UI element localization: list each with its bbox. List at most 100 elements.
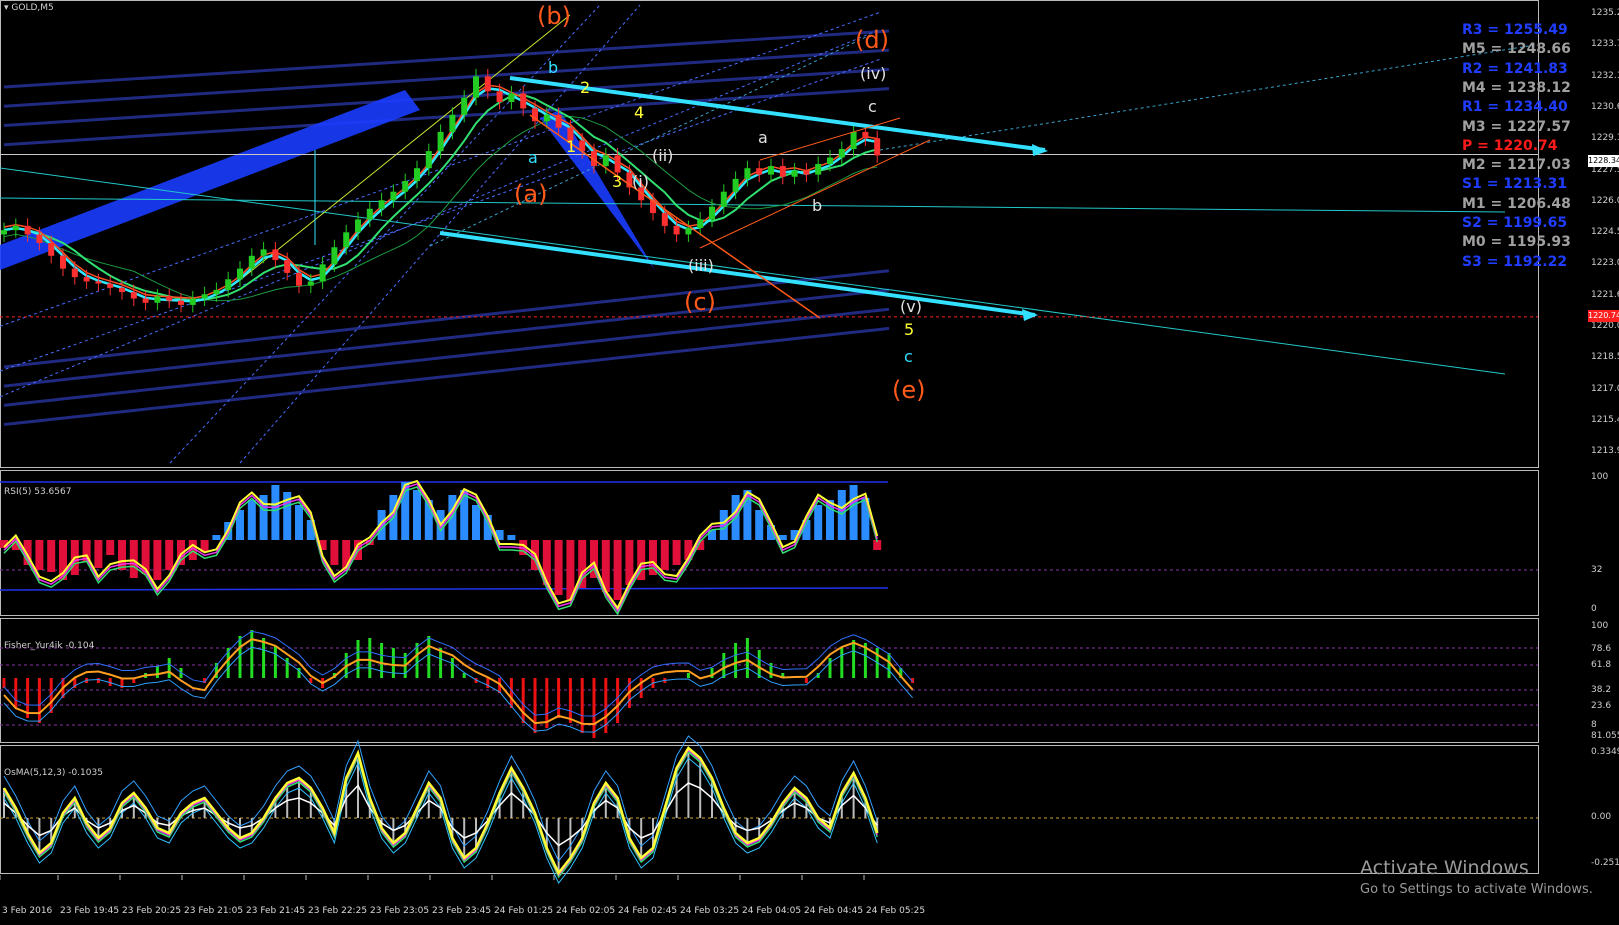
rsi-bar-down xyxy=(35,540,44,570)
candle-body xyxy=(71,268,78,278)
osma-axis-label: 0.00 xyxy=(1591,812,1612,822)
fisher-axis-label: 78.6 xyxy=(1591,644,1612,654)
wave-label: 1 xyxy=(566,137,577,156)
candle-body xyxy=(874,138,881,156)
fisher-band-line xyxy=(3,630,913,717)
fisher-bar-down xyxy=(2,678,6,688)
time-tick-label: 23 Feb 21:45 xyxy=(246,906,306,916)
lower-envelope-band xyxy=(3,307,890,407)
candle-body xyxy=(661,213,668,226)
wave-label: c xyxy=(868,97,877,116)
time-tick-label: 23 Feb 23:05 xyxy=(370,906,430,916)
rsi-axis-label: 32 xyxy=(1591,565,1603,575)
fisher-bar-up xyxy=(734,643,738,678)
rsi-bar-up xyxy=(413,490,421,540)
pivot-level-label: S3 = 1192.22 xyxy=(1462,253,1568,270)
price-tick-label: 1229.1 xyxy=(1591,133,1619,144)
time-tick-label: 24 Feb 02:05 xyxy=(556,906,616,916)
fisher-bar-up xyxy=(262,638,266,678)
rsi-bar-up xyxy=(814,505,823,540)
wave-label: (e) xyxy=(892,376,926,404)
main-pane-border xyxy=(0,0,1539,468)
candle-body xyxy=(709,206,715,220)
candle-body xyxy=(697,219,704,229)
osma-band-line xyxy=(3,757,878,884)
candle-body xyxy=(307,281,314,286)
pivot-level-label: M0 = 1195.93 xyxy=(1462,234,1571,251)
fisher-axis-label: 23.6 xyxy=(1591,701,1612,711)
candle-body xyxy=(201,294,208,299)
fisher-bar-up xyxy=(757,650,761,678)
price-tick-label: 1215.4 xyxy=(1591,414,1619,425)
candle-body xyxy=(12,225,19,231)
pivot-level-label: R2 = 1241.83 xyxy=(1462,60,1568,77)
pivot-level-label: P = 1220.74 xyxy=(1462,137,1558,154)
candle-body xyxy=(355,219,361,233)
wave-label: (iv) xyxy=(860,64,887,83)
rsi-bar-down xyxy=(660,540,669,570)
wave-label: a xyxy=(528,148,538,167)
candle-body xyxy=(60,255,66,269)
candle-body xyxy=(756,168,763,175)
wave-label: (iii) xyxy=(688,256,714,275)
fisher-bar-up xyxy=(439,648,443,678)
candle-body xyxy=(166,296,173,301)
candle-body xyxy=(390,191,397,201)
candle-body xyxy=(555,114,562,128)
pivot-level-label: S2 = 1199.65 xyxy=(1462,215,1568,231)
candle-body xyxy=(614,155,621,173)
rsi-axis-label: 0 xyxy=(1591,604,1597,614)
rsi-bar-up xyxy=(755,510,764,540)
fisher-bar-up xyxy=(273,646,277,678)
wave-label: (d) xyxy=(855,26,889,54)
watermark-title: Activate Windows xyxy=(1360,857,1529,879)
candle-body xyxy=(378,200,385,209)
fisher-bar-down xyxy=(521,678,525,723)
long-trendline xyxy=(879,44,1536,151)
rsi-bar-up xyxy=(837,490,846,540)
candle-body xyxy=(24,225,31,235)
fisher-bar-down xyxy=(37,678,41,723)
candle-body xyxy=(1,230,7,235)
price-chart-canvas[interactable] xyxy=(0,0,1619,925)
wave-label: 2 xyxy=(580,78,591,97)
price-tick-label: 1223.0 xyxy=(1591,258,1619,269)
candle-body xyxy=(732,178,739,192)
fisher-bar-up xyxy=(238,636,242,678)
fisher-bar-up xyxy=(380,643,384,678)
lower-envelope-band xyxy=(3,269,890,369)
fisher-bar-up xyxy=(250,630,254,678)
price-tick-label: 1233.7 xyxy=(1591,39,1619,50)
chart-title: ▾ GOLD,M5 xyxy=(4,3,54,13)
chart-menu-triangle-icon[interactable]: ▾ xyxy=(4,3,9,13)
price-tick-label: 1232.1 xyxy=(1591,70,1619,81)
price-tick-label: 1235.2 xyxy=(1591,8,1619,18)
price-tick-label: 1220.0 xyxy=(1591,321,1619,331)
wave-label: 4 xyxy=(634,103,645,122)
time-tick-label: 23 Feb 23:45 xyxy=(432,906,492,916)
chart-window[interactable]: ▾ GOLD,M5 1235.2 1233.7 1232.1 1230.6 1229.1… xyxy=(0,0,1619,925)
fisher-bar-up xyxy=(450,658,454,678)
long-trendline xyxy=(0,197,1506,213)
fisher-bar-up xyxy=(427,636,431,678)
candle-body xyxy=(130,292,137,299)
fisher-bar-down xyxy=(804,678,808,683)
rsi-bar-down xyxy=(47,540,56,572)
candle-body xyxy=(402,181,409,192)
rsi-title: RSI(5) 53.6567 xyxy=(4,487,72,497)
candle-body xyxy=(744,168,751,179)
candle-body xyxy=(284,260,291,273)
pivot-level-label: R3 = 1255.49 xyxy=(1462,22,1568,38)
fisher-bar-up xyxy=(745,638,749,678)
fisher-bar-down xyxy=(509,678,513,708)
candle-body xyxy=(213,289,220,295)
candle-body xyxy=(473,76,479,98)
activate-windows-watermark: Activate Windows Go to Settings to activ… xyxy=(1360,857,1593,897)
rsi-bar-up xyxy=(212,535,221,540)
wave-label: a xyxy=(758,128,768,147)
candle-body xyxy=(319,264,326,282)
osma-axis-label: 0.3349 xyxy=(1591,747,1619,757)
rsi-bar-down xyxy=(94,540,103,568)
price-tick-label: 1226.0 xyxy=(1591,195,1619,206)
wave-label: 3 xyxy=(612,172,623,191)
